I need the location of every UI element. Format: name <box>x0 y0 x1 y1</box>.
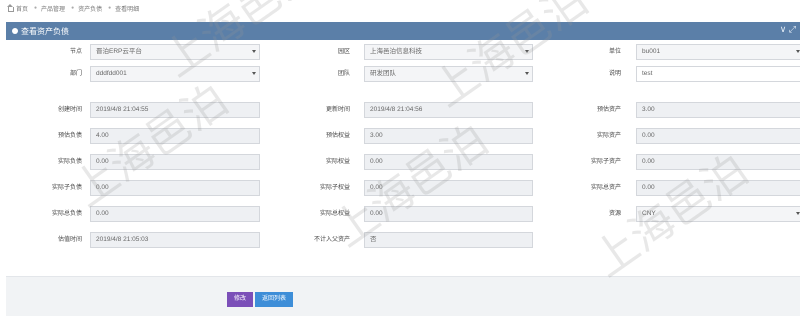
select-field[interactable]: CNY <box>636 206 800 222</box>
back-to-list-button[interactable]: 返回列表 <box>255 292 294 307</box>
text-field[interactable]: 0.00 <box>90 180 260 196</box>
field-label: 预估权益 <box>325 133 350 139</box>
text-field[interactable]: 0.00 <box>364 180 533 196</box>
field-value: 0.00 <box>642 132 655 139</box>
field-label: 实际总权益 <box>319 211 350 217</box>
select-field[interactable]: 研发团队 <box>364 66 533 82</box>
field-value: 0.00 <box>370 158 383 165</box>
text-field[interactable]: 0.00 <box>636 180 800 196</box>
form-footer: 修改 返回列表 <box>6 276 800 316</box>
field-value: 研发团队 <box>370 70 396 77</box>
field-label: 预估负债 <box>57 133 82 139</box>
field-value: 0.00 <box>370 184 383 191</box>
dropdown-arrow-icon[interactable] <box>252 50 256 53</box>
field-label: 实际子权益 <box>319 185 350 191</box>
field-label: 实际总负债 <box>51 211 82 217</box>
field-value: 0.00 <box>642 184 655 191</box>
select-field[interactable]: 晋泊ERP云平台 <box>90 44 260 60</box>
text-field[interactable]: test <box>636 66 800 82</box>
field-value: CNY <box>642 210 656 217</box>
text-field[interactable]: 0.00 <box>90 206 260 222</box>
field-value: 0.00 <box>96 210 109 217</box>
form-row: 部门 dddfdd001 团队 研发团队 说明 test <box>6 66 800 82</box>
breadcrumb-view-detail: 查看明细 <box>115 6 140 13</box>
form-row: 实际负债 0.00 实际权益 0.00 实际子资产 0.00 <box>6 154 800 170</box>
panel-collapse-icon[interactable]: ∨ ⤢ <box>780 24 796 35</box>
field-value: 0.00 <box>96 184 109 191</box>
field-value: 4.00 <box>96 132 109 139</box>
breadcrumb-separator: ● <box>71 5 75 11</box>
field-label: 说明 <box>608 71 621 77</box>
dropdown-arrow-icon[interactable] <box>252 72 256 75</box>
field-value: 0.00 <box>642 158 655 165</box>
breadcrumb-product-management[interactable]: 产品管理 <box>41 4 65 13</box>
text-field[interactable]: 0.00 <box>636 128 800 144</box>
field-label: 实际子负债 <box>51 185 82 191</box>
field-label: 实际资产 <box>596 133 621 139</box>
field-value: dddfdd001 <box>96 70 127 77</box>
field-value: 0.00 <box>370 210 383 217</box>
panel-header: 查看资产负债 ∨ ⤢ <box>6 22 800 40</box>
text-field[interactable]: 否 <box>364 232 533 248</box>
form-row: 预估负债 4.00 预估权益 3.00 实际资产 0.00 <box>6 128 800 144</box>
field-value: 0.00 <box>96 158 109 165</box>
field-label: 实际负债 <box>57 159 82 165</box>
text-field[interactable]: 4.00 <box>90 128 260 144</box>
home-icon[interactable] <box>6 4 14 12</box>
field-label: 资源 <box>608 211 621 217</box>
text-field[interactable]: 0.00 <box>90 154 260 170</box>
text-field[interactable]: 2019/4/8 21:05:03 <box>90 232 260 248</box>
field-label: 预估资产 <box>596 107 621 113</box>
text-field[interactable]: 0.00 <box>364 206 533 222</box>
select-field[interactable]: 上海邑泊信息科技 <box>364 44 533 60</box>
breadcrumb-assets-liabilities[interactable]: 资产负债 <box>78 4 102 13</box>
text-field[interactable]: 2019/4/8 21:04:56 <box>364 102 533 118</box>
panel-bullet-icon <box>12 28 18 34</box>
form-row: 实际子负债 0.00 实际子权益 0.00 实际总资产 0.00 <box>6 180 800 196</box>
field-value: 2019/4/8 21:04:55 <box>96 106 149 113</box>
panel-title: 查看资产负债 <box>21 26 69 36</box>
field-label: 估值时间 <box>57 237 82 243</box>
field-label: 实际总资产 <box>590 185 621 191</box>
form-row: 创建时间 2019/4/8 21:04:55 更新时间 2019/4/8 21:04:… <box>6 102 800 118</box>
field-label: 部门 <box>69 71 82 77</box>
field-value: test <box>642 70 653 77</box>
dropdown-arrow-icon[interactable] <box>525 72 529 75</box>
dropdown-arrow-icon[interactable] <box>796 212 800 215</box>
field-value: 3.00 <box>642 106 655 113</box>
field-value: 否 <box>370 236 377 243</box>
text-field[interactable]: 0.00 <box>636 154 800 170</box>
field-label: 不计入父资产 <box>313 237 350 243</box>
field-label: 单位 <box>608 49 621 55</box>
field-label: 团队 <box>337 71 350 77</box>
form-row: 节点 晋泊ERP云平台 园区 上海邑泊信息科技 单位 bu001 <box>6 44 800 60</box>
breadcrumb-separator: ● <box>34 5 38 11</box>
select-field[interactable]: dddfdd001 <box>90 66 260 82</box>
field-label: 实际权益 <box>325 159 350 165</box>
field-value: 晋泊ERP云平台 <box>96 48 142 55</box>
text-field[interactable]: 3.00 <box>636 102 800 118</box>
form-row: 实际总负债 0.00 实际总权益 0.00 资源 CNY <box>6 206 800 222</box>
breadcrumb: 首页 ● 产品管理 ● 资产负债 ● 查看明细 <box>6 3 141 13</box>
field-value: 2019/4/8 21:05:03 <box>96 236 149 243</box>
text-field[interactable]: 2019/4/8 21:04:55 <box>90 102 260 118</box>
field-value: 上海邑泊信息科技 <box>370 48 422 55</box>
dropdown-arrow-icon[interactable] <box>525 50 529 53</box>
dropdown-arrow-icon[interactable] <box>796 50 800 53</box>
text-field[interactable]: 3.00 <box>364 128 533 144</box>
form-row: 估值时间 2019/4/8 21:05:03 不计入父资产 否 <box>6 232 800 248</box>
field-label: 更新时间 <box>325 107 350 113</box>
field-label: 园区 <box>337 49 350 55</box>
field-label: 实际子资产 <box>590 159 621 165</box>
select-field[interactable]: bu001 <box>636 44 800 60</box>
edit-button[interactable]: 修改 <box>227 292 254 307</box>
field-label: 创建时间 <box>57 107 82 113</box>
text-field[interactable]: 0.00 <box>364 154 533 170</box>
breadcrumb-home[interactable]: 首页 <box>16 4 28 13</box>
field-value: 2019/4/8 21:04:56 <box>370 106 423 113</box>
field-value: bu001 <box>642 48 661 55</box>
field-label: 节点 <box>69 49 82 55</box>
breadcrumb-separator: ● <box>108 5 112 11</box>
field-value: 3.00 <box>370 132 383 139</box>
